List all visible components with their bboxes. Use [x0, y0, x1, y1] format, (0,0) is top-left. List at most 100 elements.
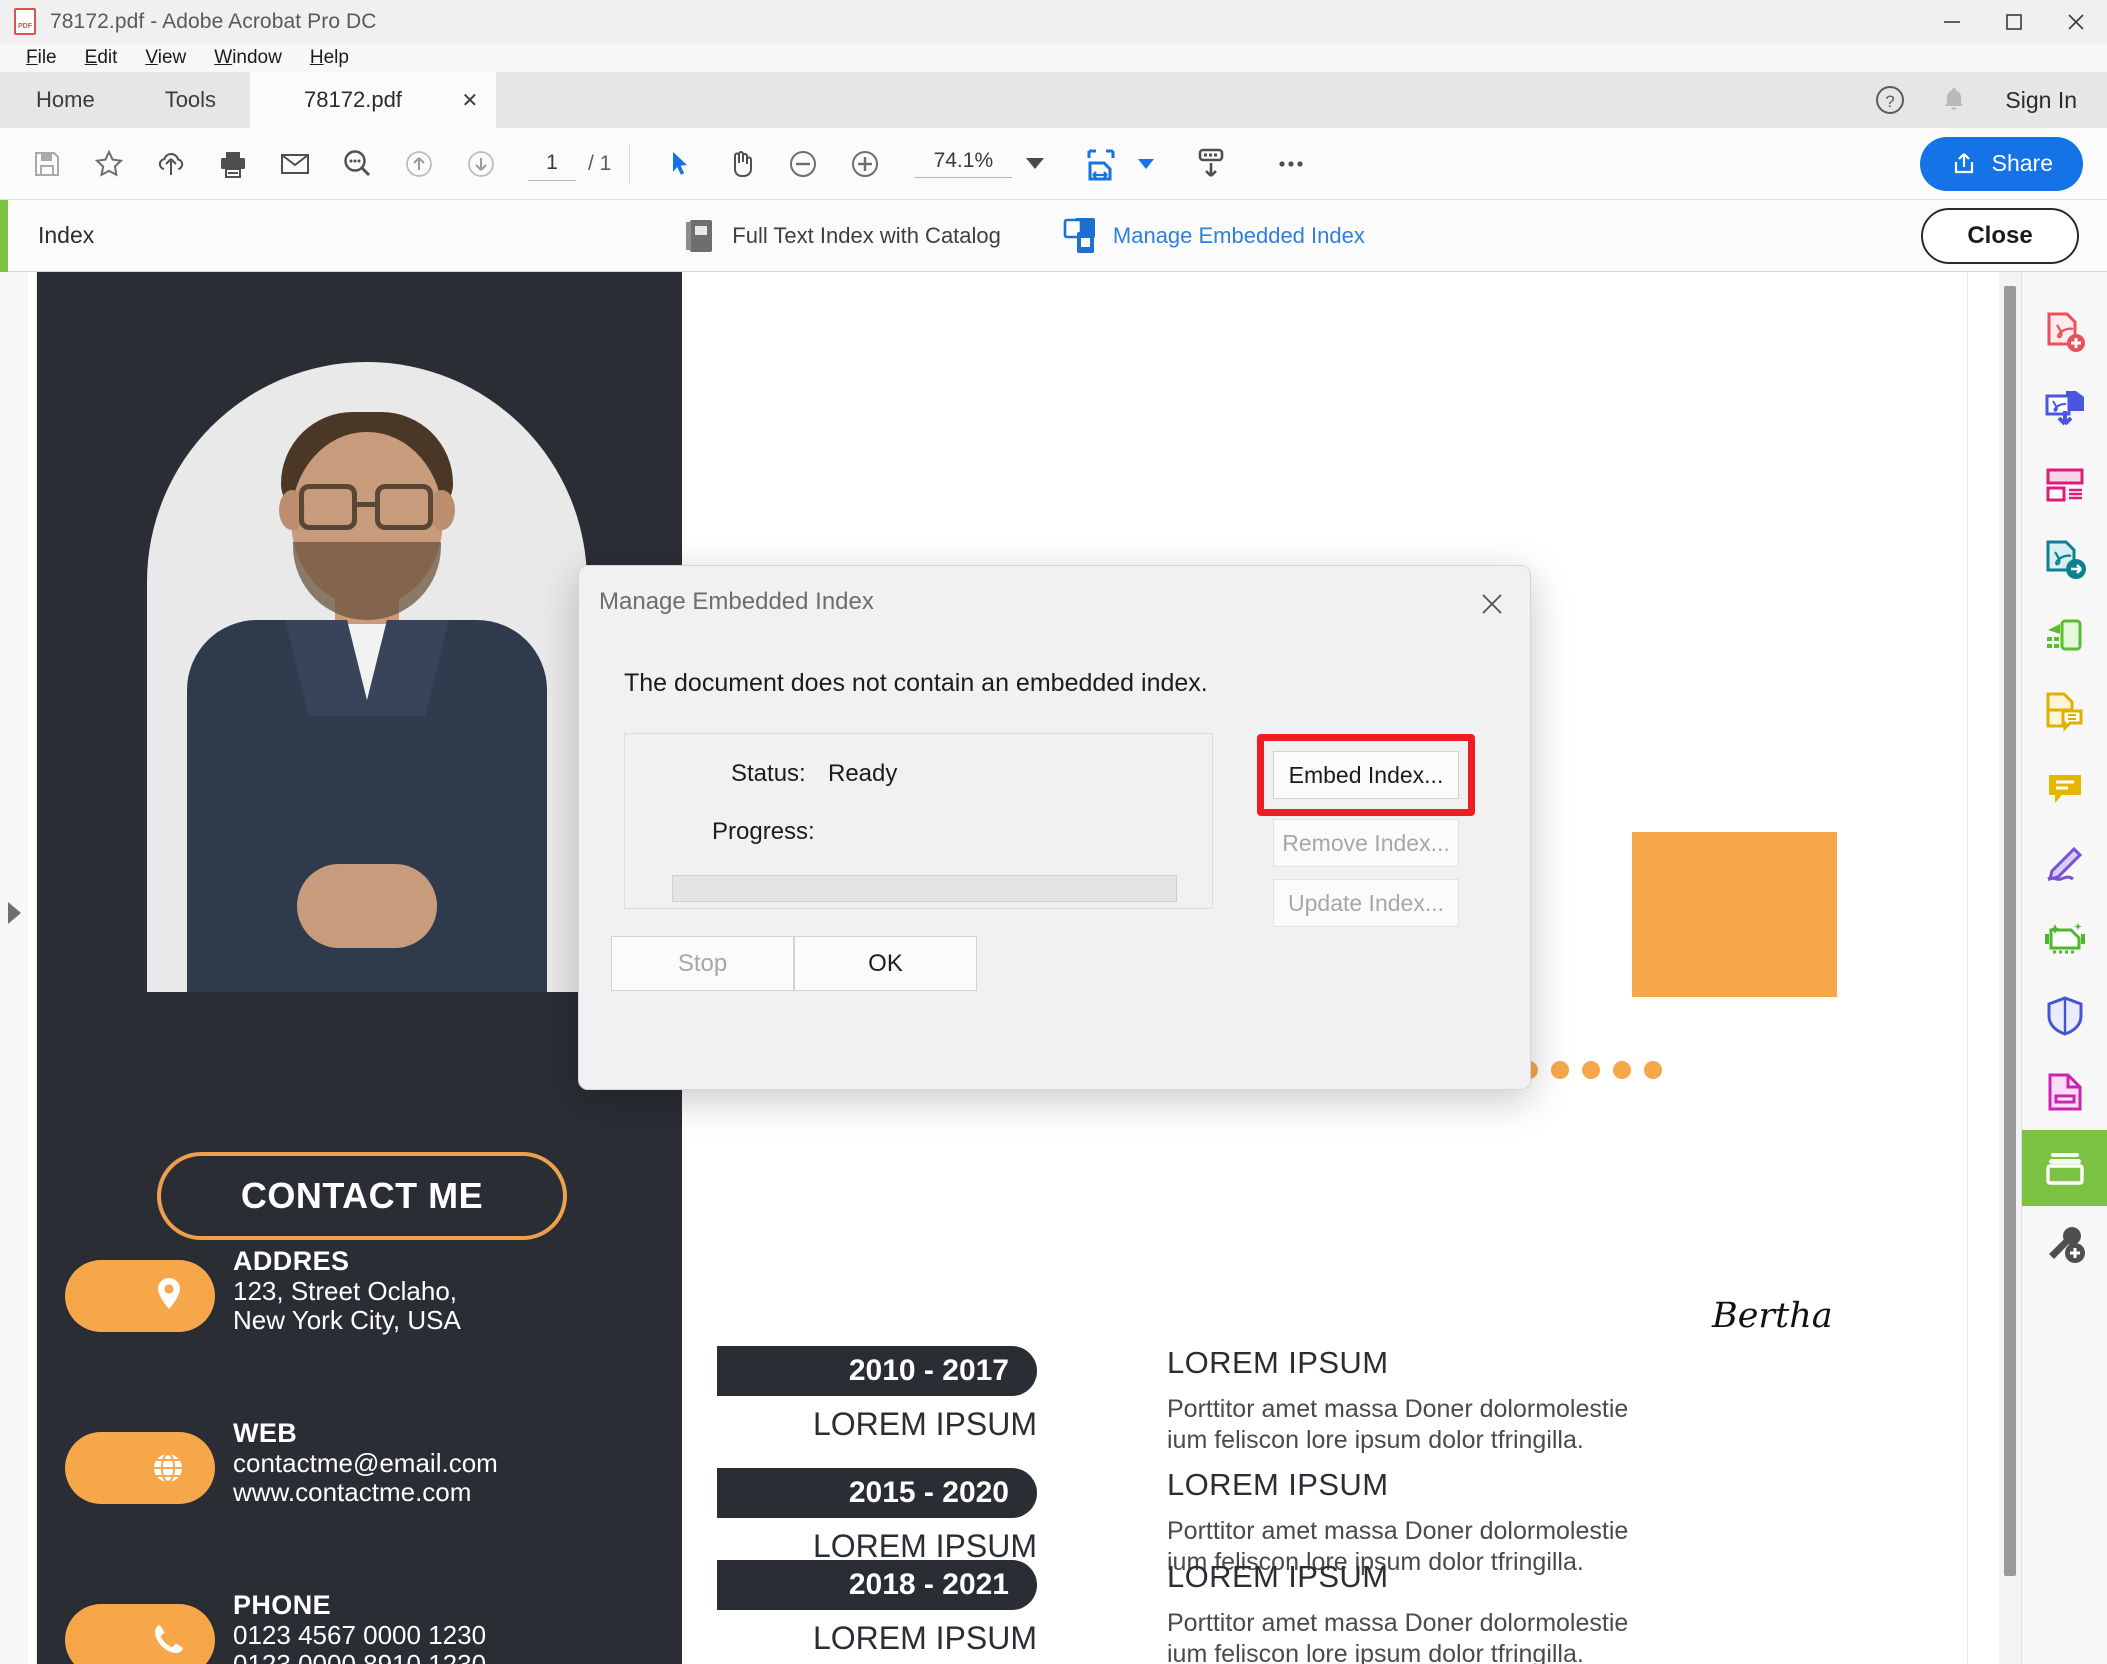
highlight-annotation — [1257, 734, 1475, 816]
print-icon[interactable] — [202, 134, 264, 194]
dialog-message: The document does not contain an embedde… — [624, 669, 1208, 698]
export-pdf-icon[interactable] — [2022, 370, 2107, 446]
notification-bell-icon[interactable] — [1935, 81, 1973, 119]
scan-ocr-icon[interactable] — [2022, 598, 2107, 674]
comment-doc-icon[interactable] — [2022, 674, 2107, 750]
menu-help-label: elp — [324, 47, 349, 68]
enhance-scans-icon[interactable] — [2022, 902, 2107, 978]
web-line-2: www.contactme.com — [233, 1478, 498, 1507]
menu-view-mnemonic: V — [145, 47, 157, 68]
globe-icon — [65, 1432, 215, 1504]
tab-tools-label: Tools — [165, 87, 216, 113]
left-panel-rail[interactable] — [0, 272, 28, 1664]
ok-button[interactable]: OK — [794, 936, 977, 991]
save-icon[interactable] — [16, 134, 78, 194]
select-cursor-icon[interactable] — [648, 134, 710, 194]
tab-tools[interactable]: Tools — [131, 72, 250, 128]
share-label: Share — [1992, 150, 2053, 177]
fit-width-icon[interactable] — [1070, 134, 1132, 194]
close-icon[interactable] — [1472, 584, 1512, 624]
profile-photo — [147, 362, 587, 992]
timeline-years-1: 2010 - 2017 — [717, 1346, 1037, 1396]
index-icon[interactable] — [2022, 1130, 2107, 1206]
scrollbar-thumb[interactable] — [2004, 286, 2016, 1576]
close-index-button[interactable]: Close — [1921, 208, 2079, 264]
upload-cloud-icon[interactable] — [140, 134, 202, 194]
close-window-button[interactable] — [2045, 0, 2107, 44]
web-text-block: WEB contactme@email.com www.contactme.co… — [233, 1418, 498, 1507]
close-icon[interactable]: ✕ — [458, 88, 482, 113]
protect-icon[interactable] — [2022, 978, 2107, 1054]
menu-view-label: iew — [158, 47, 187, 68]
stop-button[interactable]: Stop — [611, 936, 794, 991]
tab-document[interactable]: 78172.pdf ✕ — [250, 72, 496, 128]
more-tools-icon[interactable] — [2022, 1206, 2107, 1282]
email-icon[interactable] — [264, 134, 326, 194]
zoom-control[interactable]: 74.1% — [914, 149, 1044, 178]
signature: Bertha — [1712, 1296, 1833, 1336]
fill-sign-icon[interactable] — [2022, 826, 2107, 902]
dialog-title: Manage Embedded Index — [599, 588, 874, 616]
index-toolbar: Index Full Text Index with Catalog Manag… — [0, 200, 2107, 272]
search-icon[interactable] — [326, 134, 388, 194]
next-page-icon[interactable] — [450, 134, 512, 194]
remove-index-button[interactable]: Remove Index... — [1273, 819, 1459, 867]
address-line-2: New York City, USA — [233, 1306, 461, 1335]
manage-embedded-index-button[interactable]: Manage Embedded Index — [1061, 216, 1365, 256]
title-bar: PDF 78172.pdf - Adobe Acrobat Pro DC — [0, 0, 2107, 44]
timeline-heading-3: LOREM IPSUM — [1167, 1559, 1388, 1595]
phone-title: PHONE — [233, 1590, 486, 1621]
share-button[interactable]: Share — [1920, 137, 2083, 191]
send-for-review-icon[interactable] — [2022, 522, 2107, 598]
page-navigator: / 1 — [528, 147, 611, 181]
phone-icon — [65, 1604, 215, 1664]
menu-help[interactable]: Help — [296, 44, 363, 72]
timeline-years-3: 2018 - 2021 — [717, 1560, 1037, 1610]
page-number-input[interactable] — [528, 147, 576, 181]
help-icon[interactable]: ? — [1871, 81, 1909, 119]
star-icon[interactable] — [78, 134, 140, 194]
timeline-heading-1: LOREM IPSUM — [1167, 1345, 1388, 1381]
full-text-index-label: Full Text Index with Catalog — [732, 223, 1001, 249]
zoom-in-icon[interactable] — [834, 134, 896, 194]
menu-view[interactable]: View — [131, 44, 200, 72]
menu-edit[interactable]: Edit — [71, 44, 132, 72]
manage-index-icon — [1061, 216, 1099, 256]
menu-window-mnemonic: W — [214, 47, 232, 68]
hand-tool-icon[interactable] — [710, 134, 772, 194]
menu-window-label: indow — [232, 47, 282, 68]
web-title: WEB — [233, 1418, 498, 1449]
phone-line-1: 0123 4567 0000 1230 — [233, 1621, 486, 1650]
phone-text-block: PHONE 0123 4567 0000 1230 0123 0000 8910… — [233, 1590, 486, 1664]
vertical-scrollbar[interactable] — [1999, 272, 2021, 1664]
timeline-subtitle-1: LOREM IPSUM — [717, 1406, 1037, 1443]
minimize-button[interactable] — [1921, 0, 1983, 44]
tab-home[interactable]: Home — [0, 72, 131, 128]
sign-in-button[interactable]: Sign In — [1999, 87, 2087, 114]
manage-embedded-index-dialog: Manage Embedded Index The document does … — [578, 565, 1531, 1090]
full-text-index-button[interactable]: Full Text Index with Catalog — [684, 217, 1001, 255]
redact-icon[interactable] — [2022, 1054, 2107, 1130]
progress-bar — [672, 875, 1177, 902]
create-pdf-icon[interactable] — [2022, 294, 2107, 370]
chevron-down-icon[interactable] — [1026, 158, 1044, 169]
address-title: ADDRES — [233, 1246, 461, 1277]
more-options-icon[interactable] — [1260, 134, 1322, 194]
comment-icon[interactable] — [2022, 750, 2107, 826]
accent-rectangle — [1632, 832, 1837, 997]
expand-panel-icon[interactable] — [8, 902, 21, 924]
update-index-button[interactable]: Update Index... — [1273, 879, 1459, 927]
maximize-button[interactable] — [1983, 0, 2045, 44]
scroll-mode-icon[interactable] — [1180, 134, 1242, 194]
share-icon — [1950, 150, 1978, 178]
menu-file-mnemonic: F — [26, 47, 38, 68]
zoom-out-icon[interactable] — [772, 134, 834, 194]
menu-file[interactable]: File — [12, 44, 71, 72]
fit-width-chevron-down-icon[interactable] — [1138, 159, 1154, 169]
organize-pages-icon[interactable] — [2022, 446, 2107, 522]
previous-page-icon[interactable] — [388, 134, 450, 194]
index-panel-title: Index — [38, 222, 94, 249]
svg-text:?: ? — [1886, 92, 1895, 111]
menu-window[interactable]: Window — [200, 44, 296, 72]
status-label: Status: — [731, 760, 806, 788]
